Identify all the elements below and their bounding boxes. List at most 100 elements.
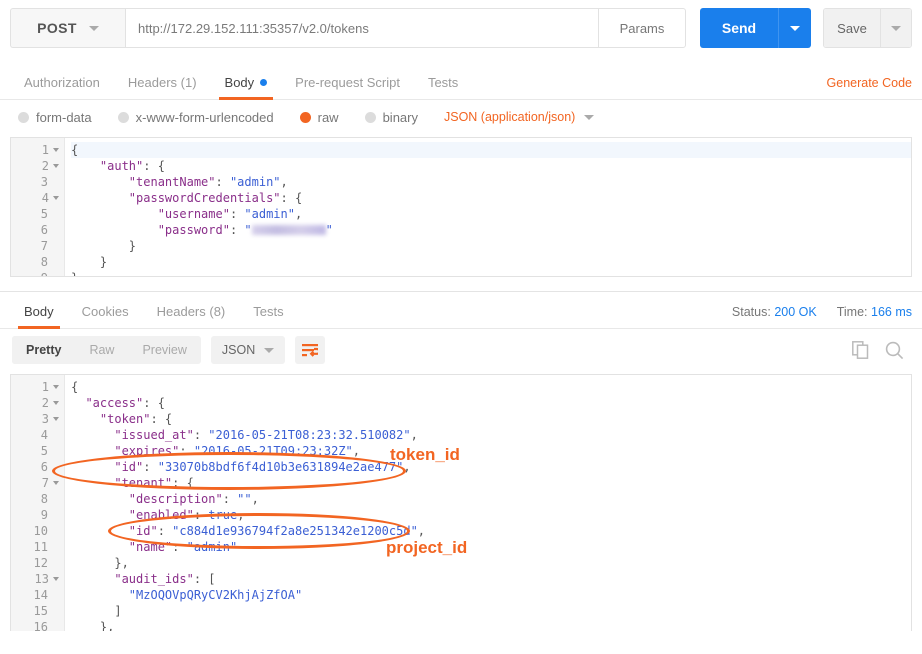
line-number: 10: [33, 524, 48, 538]
content-type-label: JSON (application/json): [444, 110, 576, 124]
code-line: {: [71, 142, 911, 158]
request-line-numbers: 12345 6 7 89: [11, 138, 65, 276]
save-button-group: Save: [823, 8, 912, 48]
fold-toggle-icon[interactable]: [53, 481, 59, 485]
chevron-down-icon: [891, 25, 901, 31]
http-method-label: POST: [37, 20, 77, 36]
response-toolbar: Pretty Raw Preview JSON: [0, 329, 922, 371]
line-number: 7: [11, 475, 64, 491]
fold-toggle-icon[interactable]: [53, 401, 59, 405]
response-tab-tests[interactable]: Tests: [239, 304, 297, 328]
fold-toggle-icon[interactable]: [53, 417, 59, 421]
tab-label: Authorization: [24, 75, 100, 90]
fold-toggle-icon[interactable]: [53, 196, 59, 200]
code-line: "issued_at": "2016-05-21T08:23:32.510082…: [114, 428, 418, 442]
radio-icon: [117, 111, 129, 123]
line-number: 6: [40, 223, 48, 237]
code-line: "id": "c884d1e936794f2a8e251342e1200c5d"…: [128, 524, 426, 538]
generate-code-link[interactable]: Generate Code: [827, 76, 912, 99]
code-line: },: [71, 620, 115, 631]
fold-toggle-icon[interactable]: [53, 577, 59, 581]
tab-headers[interactable]: Headers (1): [114, 75, 211, 99]
tab-label: Headers (1): [127, 75, 197, 90]
response-line-numbers: 12345678910111213141516171819: [11, 375, 65, 631]
url-input[interactable]: http://172.29.152.111:35357/v2.0/tokens: [125, 8, 598, 48]
fold-toggle-icon[interactable]: [53, 385, 59, 389]
line-number: 14: [33, 588, 48, 602]
request-body-editor[interactable]: 12345 6 7 89 { "auth": { "tenantName": "adm…: [10, 137, 912, 277]
line-number: 5: [40, 207, 48, 221]
content-type-selector[interactable]: JSON (application/json): [444, 110, 595, 124]
code-line: "auth": {: [99, 159, 165, 173]
response-tab-cookies[interactable]: Cookies: [68, 304, 143, 328]
send-options-button[interactable]: [778, 8, 811, 48]
line-number: 11: [33, 540, 48, 554]
body-modified-dot-icon: [260, 79, 268, 86]
fold-toggle-icon[interactable]: [53, 164, 59, 168]
send-button[interactable]: Send: [700, 8, 778, 48]
code-line: "access": {: [85, 396, 165, 410]
code-line: "id": "33070b8bdf6f4d10b3e631894e2ae477"…: [114, 460, 411, 474]
view-mode-group: Pretty Raw Preview: [12, 336, 201, 364]
code-line: "description": "",: [128, 492, 259, 506]
radio-selected-icon: [299, 111, 311, 123]
code-line: "username": "admin",: [157, 207, 303, 221]
response-body-code[interactable]: { "access": { "token": { "issued_at": "2…: [65, 375, 911, 631]
response-actions: [852, 341, 910, 360]
search-icon[interactable]: [885, 341, 904, 360]
body-type-selector: form-data x-www-form-urlencoded raw bina…: [0, 100, 922, 134]
status-value: 200 OK: [774, 305, 817, 319]
line-number: 2: [11, 395, 64, 411]
response-body-editor[interactable]: 12345678910111213141516171819 { "access"…: [10, 374, 912, 631]
line-number: 8: [40, 255, 48, 269]
chevron-down-icon: [264, 347, 275, 353]
view-mode-preview[interactable]: Preview: [128, 336, 200, 364]
line-number: 8: [40, 492, 48, 506]
line-number: 1: [11, 142, 64, 158]
fold-toggle-icon[interactable]: [53, 148, 59, 152]
line-number: 5: [40, 444, 48, 458]
response-tab-headers[interactable]: Headers (8): [143, 304, 240, 328]
request-body-code[interactable]: { "auth": { "tenantName": "admin", "pass…: [65, 138, 911, 276]
save-button[interactable]: Save: [824, 9, 880, 47]
response-format-selector[interactable]: JSON: [210, 336, 286, 364]
body-type-binary[interactable]: binary: [364, 110, 418, 125]
request-url-bar: POST http://172.29.152.111:35357/v2.0/to…: [10, 8, 912, 48]
line-number: 9: [11, 270, 64, 276]
line-number: 3: [40, 175, 48, 189]
word-wrap-button[interactable]: [295, 336, 326, 364]
body-type-form-data[interactable]: form-data: [18, 110, 92, 125]
params-button[interactable]: Params: [598, 8, 686, 48]
time-value: 166 ms: [871, 305, 912, 319]
body-type-raw[interactable]: raw: [299, 110, 339, 125]
tab-body[interactable]: Body: [211, 75, 282, 100]
tab-label: Body: [224, 75, 255, 90]
line-number: 16: [33, 620, 48, 631]
code-line: "enabled": true,: [128, 508, 245, 522]
code-line: "name": "admin": [128, 540, 238, 554]
view-mode-pretty[interactable]: Pretty: [12, 336, 76, 364]
line-number: 4: [40, 428, 48, 442]
save-options-button[interactable]: [880, 9, 911, 47]
http-method-selector[interactable]: POST: [10, 8, 125, 48]
copy-icon[interactable]: [852, 341, 869, 359]
tab-tests[interactable]: Tests: [414, 75, 472, 99]
chevron-down-icon: [88, 25, 99, 31]
code-line: },: [71, 556, 129, 570]
line-number: 1: [11, 379, 64, 395]
response-tab-bar: Body Cookies Headers (8) Tests Status: 2…: [0, 292, 922, 329]
code-line: "tenantName": "admin",: [128, 175, 288, 189]
body-type-urlencoded[interactable]: x-www-form-urlencoded: [117, 109, 274, 125]
body-type-label: x-www-form-urlencoded: [135, 109, 274, 125]
tab-pre-request-script[interactable]: Pre-request Script: [281, 75, 414, 99]
code-line: {: [71, 380, 79, 394]
code-line: "tenant": {: [114, 476, 194, 490]
tab-label: Body: [24, 304, 54, 319]
radio-icon: [364, 111, 376, 123]
tab-label: Tests: [253, 304, 284, 319]
view-mode-raw[interactable]: Raw: [75, 336, 128, 364]
chevron-down-icon: [584, 114, 595, 120]
tab-authorization[interactable]: Authorization: [10, 75, 114, 99]
response-tab-body[interactable]: Body: [10, 304, 68, 329]
code-line: "token": {: [99, 412, 173, 426]
